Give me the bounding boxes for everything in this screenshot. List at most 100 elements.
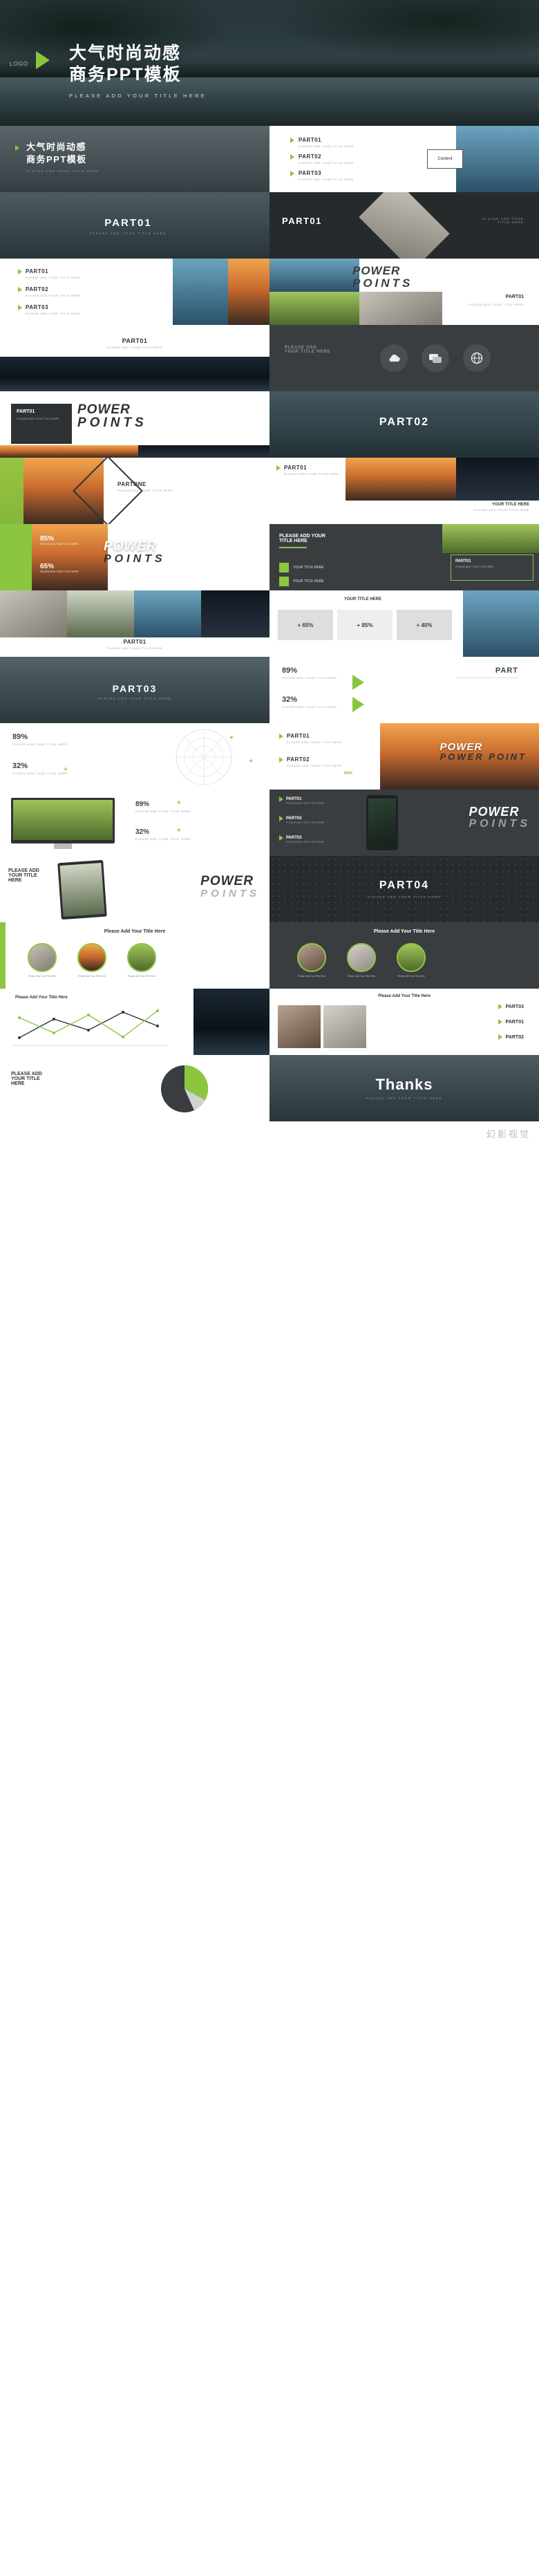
slide-row-6: PARTONE PLEASE ADD YOUR TITLE HERE PART0… xyxy=(0,458,539,524)
stats-power-text: POWER xyxy=(104,539,157,554)
percent-card-3: + 40% xyxy=(397,610,452,640)
phone-power-text: POWER xyxy=(469,805,520,819)
stats-photo xyxy=(32,524,108,590)
slide-cover-sub: PLEASE ADD YOUR TITLE HERE xyxy=(26,169,100,174)
slide-row-9: PART03 PLEASE ADD YOUR TITLE HERE 89% PL… xyxy=(0,657,539,723)
tcd-caption-2: Please Add Your Title Here xyxy=(347,975,376,978)
pp-title: Please Add Your Title Here xyxy=(378,994,431,998)
tcd-title: Please Add Your Title Here xyxy=(373,929,435,934)
imac-stat-1-value: 89% xyxy=(135,801,150,808)
tablet-screen-photo xyxy=(59,862,105,917)
pie-chart xyxy=(161,1065,208,1112)
slide-line-chart: Please Add Your Title Here xyxy=(0,989,270,1055)
part03-title: PART03 xyxy=(112,683,158,694)
partone-title: PARTONE xyxy=(117,481,146,487)
slide-three-parts: PART01 PLEASE ADD YOUR TITLE HERE PART02… xyxy=(0,259,270,325)
green-arrow-icon xyxy=(498,1034,502,1040)
slide-three-circles-light: Please Add Your Title Here Please Add Yo… xyxy=(0,922,270,989)
rs-stat-1-label: PLEASE ADD YOUR TITLE HERE xyxy=(12,743,68,746)
runner-photo-2 xyxy=(456,458,539,501)
plus-icon: + xyxy=(229,734,234,742)
green-arrow-icon xyxy=(18,268,22,274)
slide-row-8: PART01 PLEASE ADD YOUR TITLE HERE YOUR T… xyxy=(0,590,539,657)
green-arrow-icon xyxy=(15,145,19,151)
ps-stat-1-label: PLEASE ADD YOUR TITLE HERE xyxy=(282,676,337,680)
city-title: PART01 xyxy=(122,337,148,344)
part03-sub: PLEASE ADD YOUR TITLE HERE xyxy=(98,697,171,700)
lap-item-2-sub: PLEASE ADD YOUR TITLE HERE xyxy=(287,764,342,767)
slide-photo-strip: PART01 PLEASE ADD YOUR TITLE HERE xyxy=(0,590,270,657)
ph-item-2-sub: PLEASE ADD YOUR TITLE HERE xyxy=(286,821,325,824)
tcl-title: Please Add Your Title Here xyxy=(104,929,166,934)
contents-item-1[interactable]: PART01 xyxy=(299,137,321,143)
rs-stat-2-label: PLEASE ADD YOUR TITLE HERE xyxy=(12,772,68,775)
hero-cover-slide: LOGO 大气时尚动感 商务PPT模板 PLEASE ADD YOUR TITLE… xyxy=(0,0,539,126)
runner-caption-sub: PLEASE ADD YOUR TITLE HERE xyxy=(474,508,529,512)
slide-power-points-dark: PART01 PLEASE ADD YOUR TITLE HERE POWER … xyxy=(0,391,270,458)
square-icon xyxy=(279,563,289,572)
chat-icon[interactable] xyxy=(422,344,449,372)
globe-icon[interactable] xyxy=(463,344,491,372)
part04-sub: PLEASE ADD YOUR TITLE HERE xyxy=(368,895,441,899)
pie-title-3: HERE xyxy=(11,1081,25,1086)
green-arrow-icon xyxy=(352,697,364,712)
plus-icon: + xyxy=(177,827,181,834)
parts-item-3[interactable]: PART03 xyxy=(26,304,48,310)
green-accent-block xyxy=(0,524,32,590)
contents-item-3[interactable]: PART03 xyxy=(299,170,321,176)
process-photo-1 xyxy=(278,1005,321,1048)
tab-title-2: YOUR TITLE xyxy=(8,873,37,878)
partone-sub: PLEASE ADD YOUR TITLE HERE xyxy=(117,489,173,492)
slide-row-1: 大气时尚动感 商务PPT模板 PLEASE ADD YOUR TITLE HER… xyxy=(0,126,539,192)
contents-badge: Content xyxy=(427,149,463,169)
imac-stand xyxy=(54,843,72,849)
tab-title-1: PLEASE ADD xyxy=(8,868,39,873)
tab-title-3: HERE xyxy=(8,878,22,883)
plus-icon: + xyxy=(64,766,68,774)
green-arrow-icon xyxy=(290,153,294,160)
slide-two-column-titles: PLEASE ADD YOUR TITLE HERE YOUR TITLE HE… xyxy=(270,524,539,590)
tc-badge-title: PART01 xyxy=(455,559,471,563)
slide-part03-mountain: PART03 PLEASE ADD YOUR TITLE HERE xyxy=(0,657,270,723)
tc-title-2: TITLE HERE xyxy=(279,539,308,543)
tcl-caption-1: Please Add Your Title Here xyxy=(28,975,57,978)
tc-item-1: YOUR TITLE HERE xyxy=(293,566,324,570)
contents-item-2-sub: PLEASE ADD YOUR TITLE HERE xyxy=(299,161,354,165)
lap-item-2: PART02 xyxy=(287,756,310,763)
pp-dark-photo-1 xyxy=(0,445,138,458)
pp-dark-photo-2 xyxy=(138,445,270,458)
contents-item-3-sub: PLEASE ADD YOUR TITLE HERE xyxy=(299,178,354,181)
slide-powerpoints-photos: POWER POINTS PART01 PLEASE ADD YOUR TITL… xyxy=(270,259,539,325)
part04-title: PART04 xyxy=(379,879,430,891)
pp-photo-1 xyxy=(270,259,359,292)
tab-points-text: POINTS xyxy=(200,888,260,899)
runner-caption: YOUR TITLE HERE xyxy=(491,503,529,507)
cloud-icon[interactable] xyxy=(380,344,408,372)
green-arrow-icon xyxy=(36,51,50,69)
lap-item-1-sub: PLEASE ADD YOUR TITLE HERE xyxy=(287,740,342,744)
tcd-caption-3: Please Add Your Title Here xyxy=(397,975,426,978)
slide-thanks: Thanks PLEASE ADD YOUR TITLE HERE xyxy=(270,1055,539,1121)
slide-partone-diagonal: PARTONE PLEASE ADD YOUR TITLE HERE xyxy=(0,458,270,524)
parts-photo-1 xyxy=(173,259,228,325)
watermark-text: 幻影视觉 xyxy=(486,1128,531,1139)
ph-item-1: PART01 xyxy=(286,797,302,801)
slide-row-3: PART01 PLEASE ADD YOUR TITLE HERE PART02… xyxy=(0,259,539,325)
tc-title-1: PLEASE ADD YOUR xyxy=(279,534,325,539)
strip-title: PART01 xyxy=(123,639,146,645)
slide-three-circles-dark: Please Add Your Title Here Please Add Yo… xyxy=(270,922,539,989)
slide-row-15: PLEASE ADD YOUR TITLE HERE Thanks PLEASE… xyxy=(0,1055,539,1121)
contents-item-2[interactable]: PART02 xyxy=(299,153,321,160)
chart-photo xyxy=(193,989,270,1055)
slide-row-5: PART01 PLEASE ADD YOUR TITLE HERE POWER … xyxy=(0,391,539,458)
parts-item-1[interactable]: PART01 xyxy=(26,268,48,274)
parts-item-2[interactable]: PART02 xyxy=(26,286,48,292)
logo-text: LOGO xyxy=(10,61,29,67)
slide-stats-power: 85% PLEASE ADD YOUR TITLE HERE 65% PLEAS… xyxy=(0,524,270,590)
rs-stat-2-value: 32% xyxy=(12,762,28,770)
ps-title: PART xyxy=(495,666,518,675)
phone-points-text: POINTS xyxy=(469,818,531,830)
slide-pie-chart: PLEASE ADD YOUR TITLE HERE xyxy=(0,1055,270,1121)
part01-label-2: TITLE HERE xyxy=(497,221,524,224)
pp-power-text: POWER xyxy=(352,264,401,277)
